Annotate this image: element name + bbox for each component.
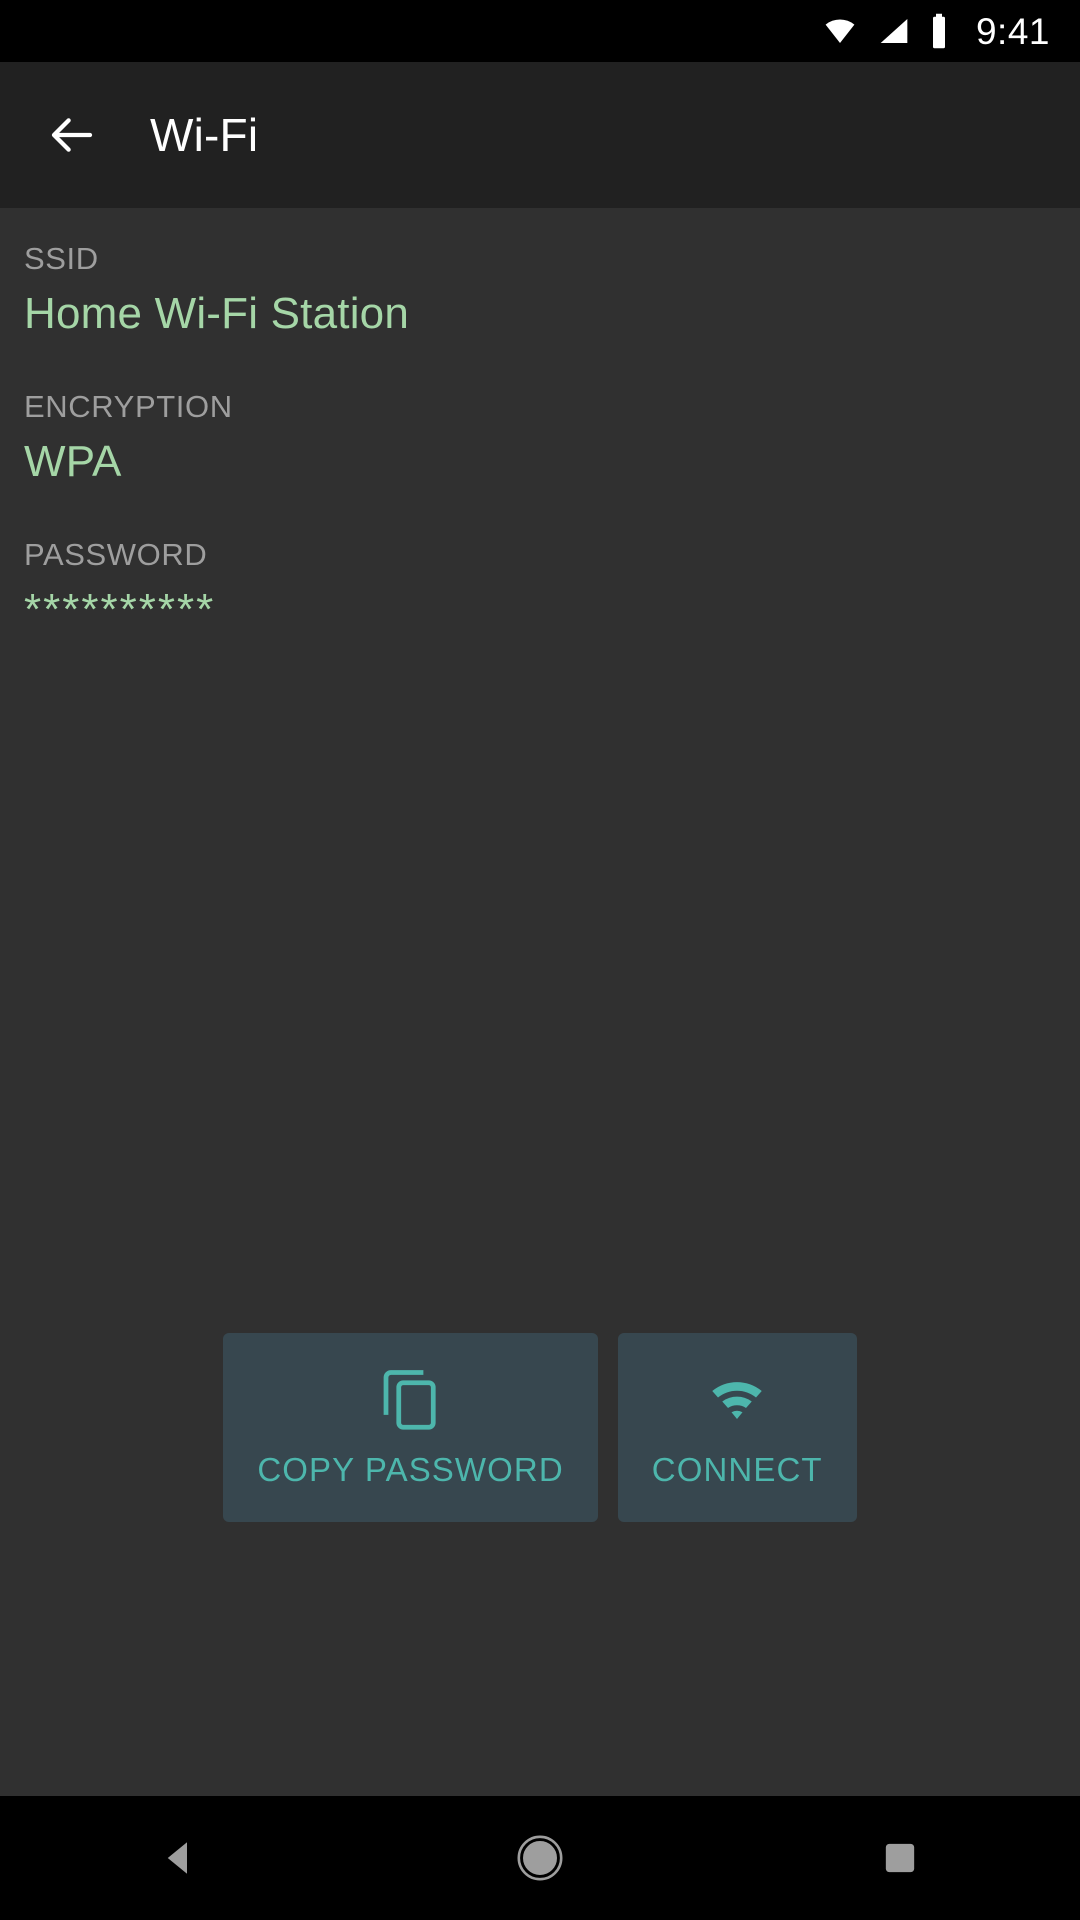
back-arrow-icon[interactable] [24, 87, 120, 183]
field-ssid: SSID Home Wi-Fi Station [24, 240, 1056, 340]
system-navigation-bar [0, 1796, 1080, 1920]
field-label-password: PASSWORD [24, 536, 208, 572]
action-button-row: COPY PASSWORD CONNECT [0, 1333, 1080, 1522]
wifi-icon [707, 1367, 767, 1433]
copy-icon [381, 1367, 441, 1433]
nav-recents-square-icon[interactable] [720, 1841, 1080, 1875]
app-bar: Wi-Fi [0, 62, 1080, 208]
battery-icon [928, 13, 950, 49]
connect-button[interactable]: CONNECT [617, 1333, 857, 1522]
wifi-details-panel: SSID Home Wi-Fi Station ENCRYPTION WPA P… [0, 208, 1080, 1796]
phone-screen: 9:41 Wi-Fi SSID Home Wi-Fi Station ENCRY… [0, 0, 1080, 1920]
copy-password-label: COPY PASSWORD [257, 1450, 564, 1488]
nav-home-circle-icon[interactable] [360, 1834, 720, 1882]
copy-password-button[interactable]: COPY PASSWORD [223, 1333, 598, 1522]
field-value-ssid: Home Wi-Fi Station [24, 289, 410, 339]
wifi-icon [820, 15, 860, 47]
page-title: Wi-Fi [150, 109, 259, 161]
status-bar: 9:41 [0, 0, 1080, 62]
cellular-signal-icon [876, 15, 912, 47]
field-encryption: ENCRYPTION WPA [24, 388, 1056, 488]
field-value-password: ********** [24, 584, 216, 634]
nav-back-triangle-icon[interactable] [0, 1837, 360, 1879]
field-label-ssid: SSID [24, 241, 99, 276]
field-value-encryption: WPA [24, 436, 122, 486]
connect-label: CONNECT [651, 1450, 823, 1488]
field-label-encryption: ENCRYPTION [24, 388, 233, 424]
status-time: 9:41 [975, 10, 1050, 52]
field-password: PASSWORD ********** [24, 536, 1056, 636]
